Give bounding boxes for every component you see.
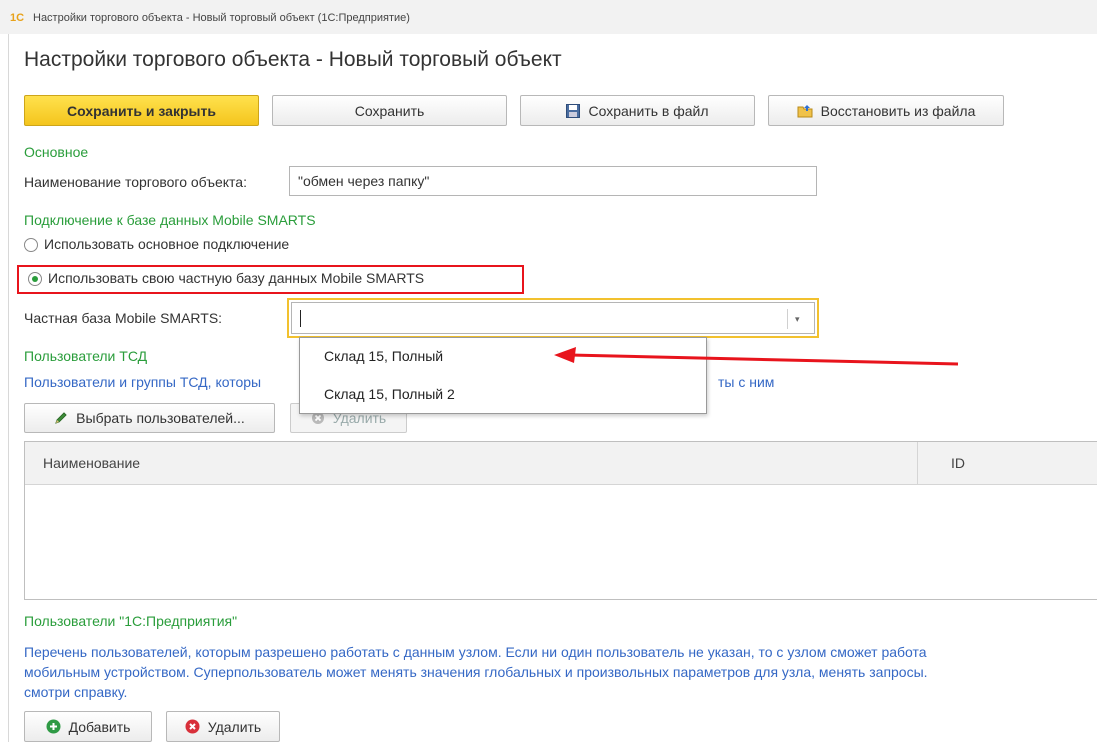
- tsd-users-table[interactable]: Наименование ID: [24, 441, 1097, 600]
- private-db-label: Частная база Mobile SMARTS:: [24, 310, 223, 326]
- dropdown-item[interactable]: Склад 15, Полный 2: [324, 386, 455, 402]
- description-line: мобильным устройством. Суперпользователь…: [24, 664, 928, 680]
- window-titlebar: 1С Настройки торгового объекта - Новый т…: [0, 0, 1097, 34]
- tsd-users-section-title: Пользователи ТСД: [24, 348, 148, 364]
- basic-section-title: Основное: [24, 144, 89, 160]
- tsd-users-description: Пользователи и группы ТСД, которы: [24, 374, 262, 390]
- column-separator: [917, 442, 918, 484]
- radio-private-db-label: Использовать свою частную базу данных Mo…: [48, 270, 425, 286]
- app-logo: 1С: [10, 12, 25, 24]
- radio-main-connection[interactable]: [24, 238, 38, 252]
- save-and-close-label: Сохранить и закрыть: [67, 102, 216, 119]
- save-to-file-button[interactable]: Сохранить в файл: [520, 95, 755, 126]
- radio-main-connection-label: Использовать основное подключение: [44, 236, 290, 252]
- plus-circle-icon: [46, 719, 61, 734]
- enterprise-users-description: Перечень пользователей, которым разрешен…: [24, 642, 1097, 702]
- text-cursor: [300, 310, 301, 327]
- radio-private-db[interactable]: [28, 272, 42, 286]
- restore-from-file-label: Восстановить из файла: [820, 102, 976, 119]
- floppy-icon: [566, 103, 581, 118]
- folder-open-icon: [797, 104, 813, 118]
- form-title: Настройки торгового объекта - Новый торг…: [24, 48, 562, 71]
- enterprise-delete-button[interactable]: Удалить: [166, 711, 280, 742]
- restore-from-file-button[interactable]: Восстановить из файла: [768, 95, 1004, 126]
- column-name-header[interactable]: Наименование: [43, 455, 140, 471]
- enterprise-delete-label: Удалить: [207, 718, 262, 735]
- private-db-combobox[interactable]: ▾: [291, 302, 815, 334]
- name-input[interactable]: "обмен через папку": [289, 166, 817, 196]
- window-title: Настройки торгового объекта - Новый торг…: [33, 12, 410, 24]
- save-label: Сохранить: [354, 102, 425, 119]
- select-users-label: Выбрать пользователей...: [76, 410, 245, 426]
- add-label: Добавить: [68, 718, 131, 735]
- dropdown-item[interactable]: Склад 15, Полный: [324, 348, 443, 364]
- left-border: [8, 34, 9, 742]
- connection-section-title: Подключение к базе данных Mobile SMARTS: [24, 212, 316, 228]
- description-line: Перечень пользователей, которым разрешен…: [24, 644, 927, 660]
- column-id-header[interactable]: ID: [951, 455, 965, 471]
- save-button[interactable]: Сохранить: [272, 95, 507, 126]
- combo-separator: [787, 309, 788, 329]
- description-line: смотри справку.: [24, 684, 128, 700]
- annotation-arrow: [554, 347, 959, 366]
- x-circle-icon: [185, 719, 200, 734]
- pencil-icon: [54, 411, 68, 425]
- name-label: Наименование торгового объекта:: [24, 174, 247, 190]
- chevron-down-icon[interactable]: ▾: [795, 314, 800, 325]
- save-to-file-label: Сохранить в файл: [588, 102, 709, 119]
- enterprise-users-section-title: Пользователи "1С:Предприятия": [24, 613, 238, 629]
- add-button[interactable]: Добавить: [24, 711, 152, 742]
- save-and-close-button[interactable]: Сохранить и закрыть: [24, 95, 259, 126]
- table-header: Наименование ID: [25, 442, 1097, 485]
- select-users-button[interactable]: Выбрать пользователей...: [24, 403, 275, 433]
